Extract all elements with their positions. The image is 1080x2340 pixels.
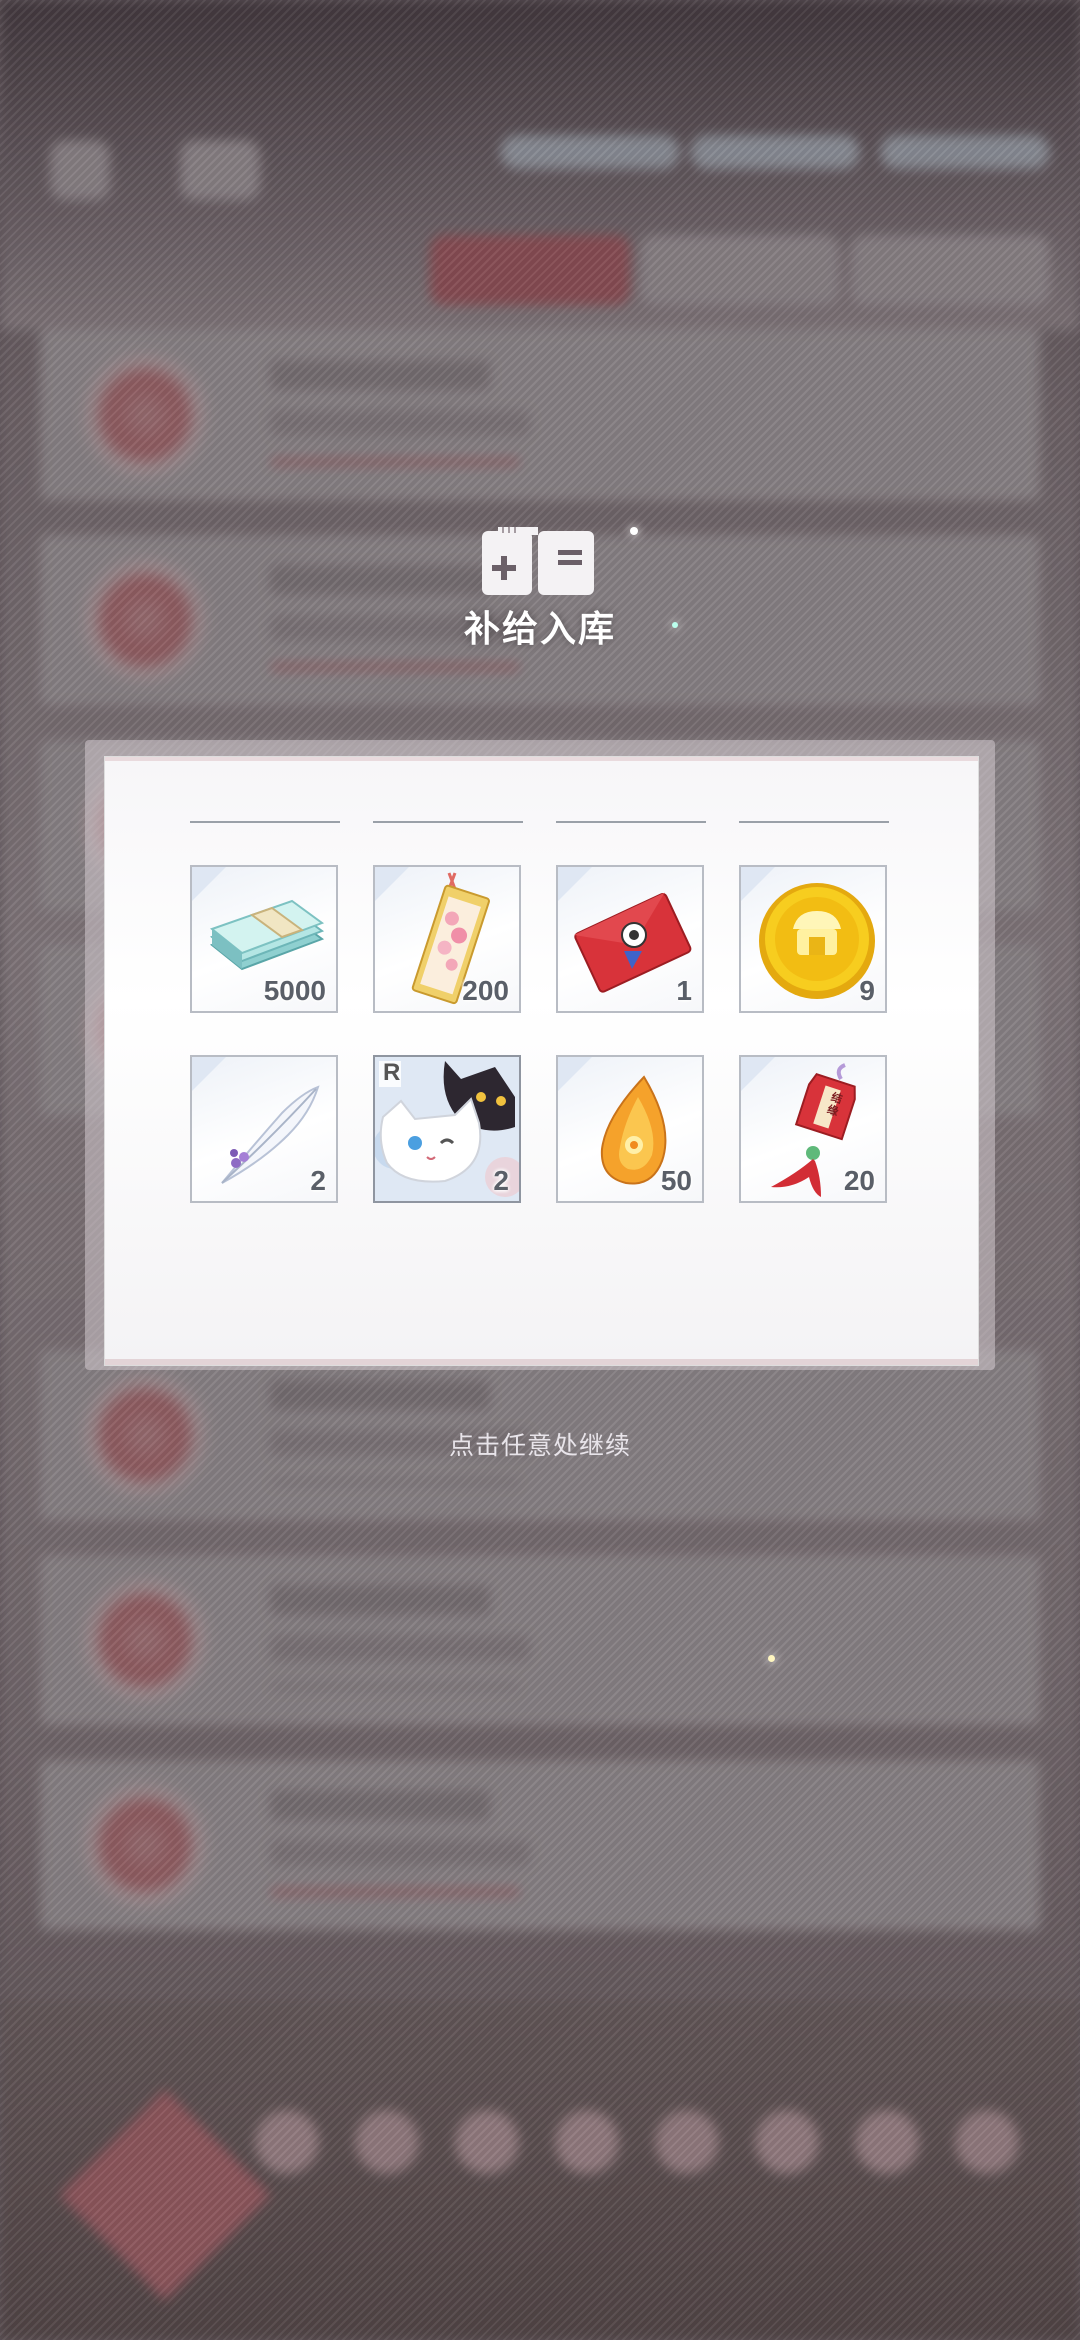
reward-quantity: 50 xyxy=(660,1165,692,1196)
divider xyxy=(739,821,889,823)
reward-item-charm[interactable]: 结缘 20 xyxy=(739,1055,887,1203)
reward-item-red-envelope[interactable]: 1 xyxy=(556,865,704,1013)
reward-item-coin[interactable]: 9 xyxy=(739,865,887,1013)
modal-title: 补给入库 xyxy=(463,609,616,650)
tap-to-continue-hint: 点击任意处继续 xyxy=(448,1431,631,1460)
reward-item-bookmark[interactable]: 200 xyxy=(373,865,521,1013)
sparkle xyxy=(630,527,638,535)
supply-box-icon xyxy=(482,527,594,595)
reward-quantity: 9 xyxy=(859,975,875,1006)
divider xyxy=(556,821,706,823)
divider xyxy=(190,821,340,823)
reward-quantity: 2 xyxy=(493,1165,509,1196)
reward-item-cash[interactable]: 5000 xyxy=(190,865,338,1013)
reward-item-cat-card[interactable]: R 2 xyxy=(373,1055,521,1203)
sparkle xyxy=(768,1655,775,1662)
reward-quantity: 1 xyxy=(676,975,692,1006)
rarity-badge: R xyxy=(383,1059,401,1086)
reward-item-amber[interactable]: 50 xyxy=(556,1055,704,1203)
reward-item-feather[interactable]: 2 xyxy=(190,1055,338,1203)
reward-quantity: 2 xyxy=(310,1165,326,1196)
reward-quantity: 200 xyxy=(462,975,509,1006)
reward-quantity: 20 xyxy=(843,1165,875,1196)
reward-quantity: 5000 xyxy=(263,975,326,1006)
divider xyxy=(373,821,523,823)
